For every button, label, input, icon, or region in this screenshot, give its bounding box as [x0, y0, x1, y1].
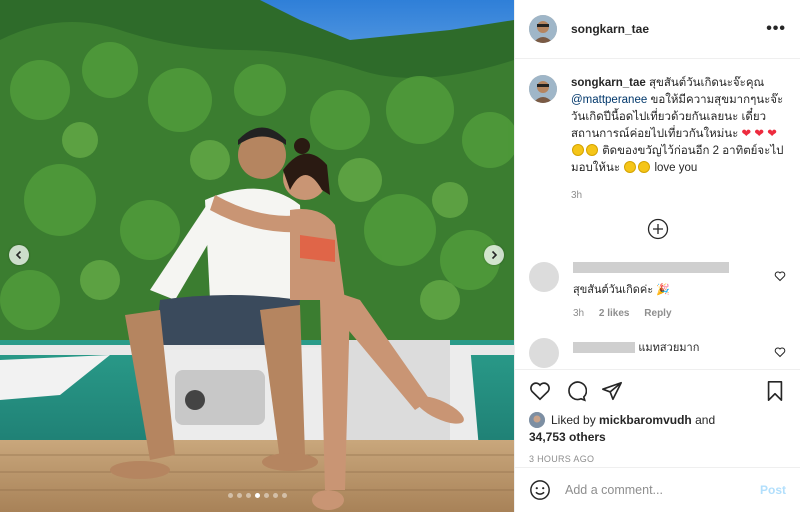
previous-photo-button[interactable] — [9, 245, 29, 265]
instagram-post: songkarn_tae ••• songkarn_tae สุขสันต์วั… — [0, 0, 800, 512]
liked-by-username[interactable]: mickbaromvudh — [599, 413, 692, 427]
post-author-username[interactable]: songkarn_tae — [571, 22, 649, 36]
post-timestamp[interactable]: 3 HOURS AGO — [529, 454, 786, 464]
carousel-indicator — [0, 493, 514, 498]
caption-text: love you — [654, 162, 698, 174]
smile-emoji-icon — [586, 144, 598, 156]
comment-time[interactable]: 3h — [573, 308, 584, 319]
avatar[interactable] — [529, 412, 545, 428]
comments-section: songkarn_tae สุขสันต์วันเกิดนะจ๊ะคุณ @ma… — [515, 59, 800, 369]
post-header: songkarn_tae ••• — [515, 0, 800, 59]
ellipsis-icon[interactable]: ••• — [766, 20, 786, 38]
caption: songkarn_tae สุขสันต์วันเกิดนะจ๊ะคุณ @ma… — [515, 59, 800, 204]
comment-username-redacted — [573, 341, 635, 353]
load-more-comments-button[interactable] — [515, 218, 800, 240]
caption-body: songkarn_tae สุขสันต์วันเกิดนะจ๊ะคุณ @ma… — [571, 75, 786, 204]
red-heart-emoji-icon: ❤ — [767, 128, 777, 140]
avatar-image — [529, 75, 557, 103]
carousel-dot — [281, 493, 287, 498]
comment-username-redacted — [573, 262, 729, 273]
heart-icon[interactable] — [774, 270, 786, 282]
reply-button[interactable]: Reply — [644, 308, 671, 319]
carousel-dot-active — [254, 493, 260, 498]
avatar[interactable] — [529, 75, 557, 103]
comment-item: แมทสวยมาก — [515, 338, 800, 368]
comment-bubble-icon[interactable] — [565, 380, 587, 402]
comment-text: สุขสันต์วันเกิดค่ะ 🎉 — [573, 284, 670, 296]
post-photo[interactable] — [0, 0, 514, 512]
caption-time[interactable]: 3h — [571, 187, 786, 204]
post-comment-button[interactable]: Post — [760, 483, 786, 497]
avatar-image — [529, 15, 557, 43]
action-icons — [529, 378, 786, 404]
avatar[interactable] — [529, 338, 559, 368]
comment-item: สุขสันต์วันเกิดค่ะ 🎉 3h 2 likes Reply — [515, 262, 800, 319]
liked-by: Liked by mickbaromvudh and — [529, 412, 786, 428]
avatar[interactable] — [529, 15, 557, 43]
post-side-panel: songkarn_tae ••• songkarn_tae สุขสันต์วั… — [514, 0, 800, 512]
caption-username[interactable]: songkarn_tae — [571, 77, 646, 89]
share-paper-plane-icon[interactable] — [601, 380, 623, 402]
smile-emoji-icon — [624, 161, 637, 173]
plus-circle-icon — [647, 218, 668, 240]
avatar[interactable] — [529, 262, 559, 292]
heart-icon[interactable] — [529, 380, 551, 402]
party-popper-emoji-icon: 🎉 — [656, 284, 670, 296]
comment-text: แมทสวยมาก — [638, 342, 700, 354]
carousel-dot — [245, 493, 251, 498]
red-heart-emoji-icon: ❤ ❤ — [741, 128, 765, 140]
chevron-right-icon — [491, 250, 498, 260]
emoji-smiley-icon[interactable] — [529, 479, 551, 501]
comment-likes[interactable]: 2 likes — [599, 308, 630, 319]
heart-icon[interactable] — [774, 346, 786, 358]
bookmark-icon[interactable] — [764, 380, 786, 402]
chevron-left-icon — [15, 250, 22, 260]
liked-by-prefix: Liked by — [551, 413, 596, 427]
carousel-dot — [272, 493, 278, 498]
comment-body: สุขสันต์วันเกิดค่ะ 🎉 3h 2 likes Reply — [573, 262, 774, 319]
comment-input[interactable] — [563, 482, 760, 498]
smile-emoji-icon — [638, 161, 651, 173]
caption-text: สุขสันต์วันเกิดนะจ๊ะคุณ — [648, 77, 765, 89]
photo-scene — [0, 0, 514, 512]
likes-count[interactable]: 34,753 others — [529, 430, 786, 444]
add-comment-bar: Post — [515, 467, 800, 512]
liked-by-and: and — [695, 413, 716, 427]
comment-body: แมทสวยมาก — [573, 338, 774, 368]
carousel-dot — [263, 493, 269, 498]
next-photo-button[interactable] — [484, 245, 504, 265]
post-actions: Liked by mickbaromvudh and 34,753 others… — [515, 369, 800, 464]
carousel-dot — [227, 493, 233, 498]
comment-meta: 3h 2 likes Reply — [573, 308, 774, 319]
smile-emoji-icon — [572, 144, 584, 156]
caption-mention[interactable]: @mattperanee — [571, 94, 647, 106]
carousel-dot — [236, 493, 242, 498]
